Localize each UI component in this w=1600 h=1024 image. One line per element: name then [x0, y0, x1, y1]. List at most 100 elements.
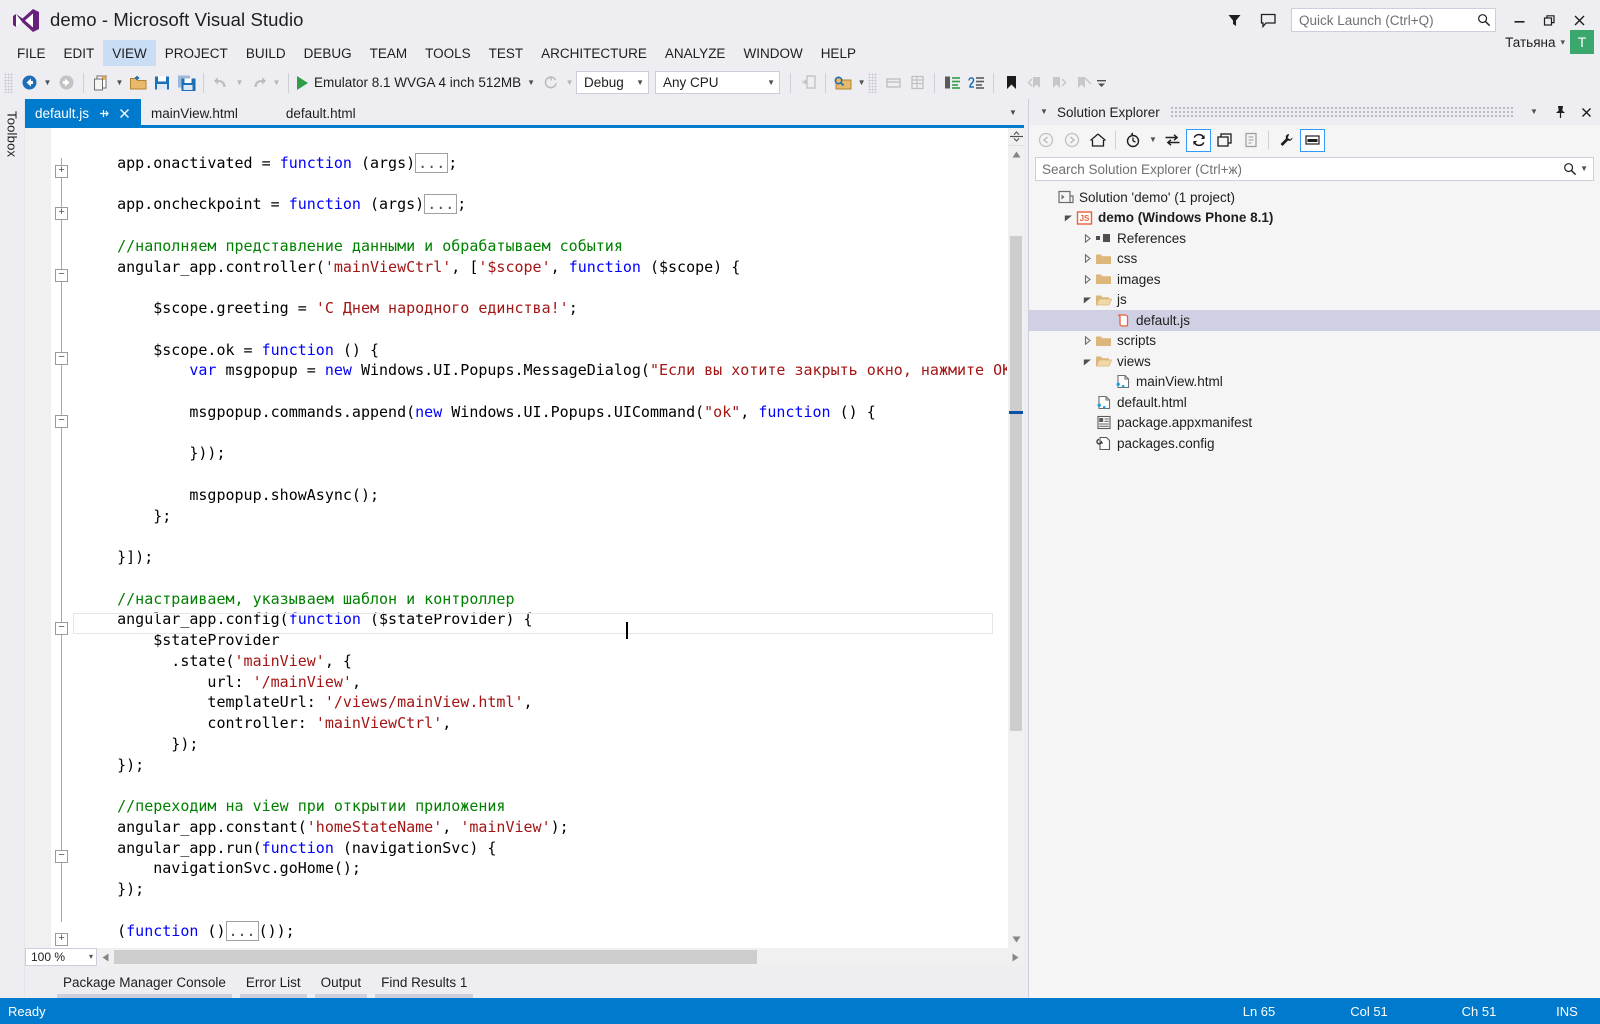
- account-menu[interactable]: Татьяна ▾ T: [1505, 30, 1594, 54]
- document-tab-overflow-icon[interactable]: ▼: [1002, 99, 1024, 127]
- chevron-expanded-icon[interactable]: [1060, 210, 1076, 226]
- pin-icon[interactable]: [97, 107, 110, 120]
- fold-marker[interactable]: +: [55, 165, 68, 178]
- avatar[interactable]: T: [1570, 30, 1594, 54]
- tree-item-js[interactable]: js: [1029, 290, 1600, 311]
- preview-selected-items-icon[interactable]: [1300, 129, 1325, 152]
- quick-launch-box[interactable]: [1291, 8, 1496, 32]
- editor-indicator-margin[interactable]: [25, 128, 51, 948]
- menu-architecture[interactable]: ARCHITECTURE: [532, 40, 656, 66]
- fold-marker[interactable]: −: [55, 415, 68, 428]
- step-into-icon[interactable]: [796, 71, 820, 95]
- toolbox-tab-label[interactable]: Toolbox: [5, 107, 20, 161]
- navigate-back-icon[interactable]: [17, 71, 41, 95]
- tree-item-views[interactable]: views: [1029, 351, 1600, 372]
- pending-changes-icon[interactable]: [1121, 129, 1146, 152]
- menu-team[interactable]: TEAM: [361, 40, 417, 66]
- undo-icon[interactable]: [209, 71, 233, 95]
- stop-dropdown[interactable]: ▼: [563, 71, 576, 95]
- chevron-down-icon[interactable]: ▼: [527, 79, 535, 87]
- feedback-filter-icon[interactable]: [1217, 5, 1251, 35]
- platform-dropdown[interactable]: Any CPU ▼: [655, 71, 780, 94]
- solution-explorer-search-input[interactable]: [1042, 162, 1563, 177]
- editor-outlining-margin[interactable]: + + − − − − − +: [51, 128, 73, 948]
- undo-dropdown[interactable]: ▼: [233, 71, 246, 95]
- dock-tab-find-results-1[interactable]: Find Results 1: [371, 966, 477, 998]
- tree-item-packages-config[interactable]: packages.config: [1029, 433, 1600, 454]
- collapse-all-icon[interactable]: [1212, 129, 1237, 152]
- forward-icon[interactable]: [1059, 129, 1084, 152]
- search-icon[interactable]: [1563, 162, 1577, 176]
- menu-help[interactable]: HELP: [812, 40, 865, 66]
- save-all-icon[interactable]: [174, 71, 198, 95]
- redo-icon[interactable]: [246, 71, 270, 95]
- collapsed-region[interactable]: ...: [415, 153, 448, 173]
- navigate-back-dropdown[interactable]: ▼: [41, 71, 54, 95]
- fold-marker[interactable]: +: [55, 933, 68, 946]
- open-file-icon[interactable]: [126, 71, 150, 95]
- dock-tab-package-manager-console[interactable]: Package Manager Console: [53, 966, 236, 998]
- redo-dropdown[interactable]: ▼: [270, 71, 283, 95]
- fold-marker[interactable]: −: [55, 352, 68, 365]
- scroll-left-arrow-icon[interactable]: [97, 948, 114, 966]
- properties-window-icon[interactable]: [905, 71, 929, 95]
- tree-item-references[interactable]: References: [1029, 228, 1600, 249]
- menu-analyze[interactable]: ANALYZE: [656, 40, 735, 66]
- editor-split-handle[interactable]: [1008, 128, 1024, 146]
- window-menu-icon[interactable]: ▼: [1037, 102, 1051, 122]
- notification-icon[interactable]: [1251, 5, 1285, 35]
- new-project-icon[interactable]: [89, 71, 113, 95]
- menu-window[interactable]: WINDOW: [734, 40, 811, 66]
- search-options-chevron-icon[interactable]: ▼: [1580, 165, 1588, 173]
- menu-build[interactable]: BUILD: [237, 40, 295, 66]
- back-icon[interactable]: [1033, 129, 1058, 152]
- editor-vertical-scrollbar[interactable]: [1007, 128, 1024, 948]
- tree-item-package-appxmanifest[interactable]: package.appxmanifest: [1029, 413, 1600, 434]
- zoom-level-dropdown[interactable]: 100 % ▾: [25, 948, 97, 966]
- chevron-collapsed-icon[interactable]: [1079, 333, 1095, 349]
- uncomment-selection-icon[interactable]: [964, 71, 988, 95]
- tab-default-html[interactable]: default.html: [276, 99, 366, 127]
- tab-default-js[interactable]: default.js: [25, 99, 141, 127]
- toolbox-auto-hide-strip[interactable]: Toolbox: [0, 99, 25, 998]
- chevron-collapsed-icon[interactable]: [1079, 271, 1095, 287]
- menu-view[interactable]: VIEW: [103, 40, 156, 66]
- chevron-expanded-icon[interactable]: [1079, 353, 1095, 369]
- new-project-dropdown[interactable]: ▼: [113, 71, 126, 95]
- toolbar-grip-2[interactable]: [868, 73, 877, 93]
- panel-drag-dots[interactable]: [1170, 106, 1514, 118]
- solution-explorer-search[interactable]: ▼: [1035, 157, 1594, 181]
- close-icon[interactable]: [118, 107, 131, 120]
- configuration-dropdown[interactable]: Debug ▼: [576, 71, 649, 94]
- menu-edit[interactable]: EDIT: [55, 40, 104, 66]
- menu-file[interactable]: FILE: [8, 40, 55, 66]
- chevron-collapsed-icon[interactable]: [1079, 230, 1095, 246]
- tree-item-mainview-html[interactable]: mainView.html: [1029, 372, 1600, 393]
- find-dropdown[interactable]: ▼: [855, 71, 868, 95]
- pending-changes-dropdown[interactable]: ▼: [1147, 129, 1159, 152]
- tree-item-images[interactable]: images: [1029, 269, 1600, 290]
- quick-launch-input[interactable]: [1299, 13, 1477, 28]
- dock-tab-error-list[interactable]: Error List: [236, 966, 311, 998]
- refresh-icon[interactable]: [1186, 129, 1211, 152]
- solution-tree[interactable]: Solution 'demo' (1 project)JSdemo (Windo…: [1029, 185, 1600, 994]
- scroll-up-arrow-icon[interactable]: [1008, 146, 1024, 163]
- menu-tools[interactable]: TOOLS: [416, 40, 480, 66]
- tree-item-css[interactable]: css: [1029, 249, 1600, 270]
- tree-item-solution-demo-1-project[interactable]: Solution 'demo' (1 project): [1029, 187, 1600, 208]
- dock-tab-output[interactable]: Output: [311, 966, 372, 998]
- toolbar-grip[interactable]: [4, 73, 13, 93]
- toolbar-overflow-button[interactable]: [1095, 71, 1108, 95]
- panel-dropdown-icon[interactable]: ▼: [1524, 102, 1544, 122]
- navigate-forward-icon[interactable]: [54, 71, 78, 95]
- sync-with-active-document-icon[interactable]: [1160, 129, 1185, 152]
- home-icon[interactable]: [1085, 129, 1110, 152]
- find-in-files-icon[interactable]: [831, 71, 855, 95]
- save-icon[interactable]: [150, 71, 174, 95]
- show-all-files-icon[interactable]: [1238, 129, 1263, 152]
- fold-marker[interactable]: −: [55, 269, 68, 282]
- scroll-down-arrow-icon[interactable]: [1008, 931, 1024, 948]
- tab-mainview-html[interactable]: mainView.html: [141, 99, 248, 127]
- editor-text-surface[interactable]: app.onactivated = function (args)...; ap…: [73, 128, 1007, 948]
- fold-marker[interactable]: +: [55, 207, 68, 220]
